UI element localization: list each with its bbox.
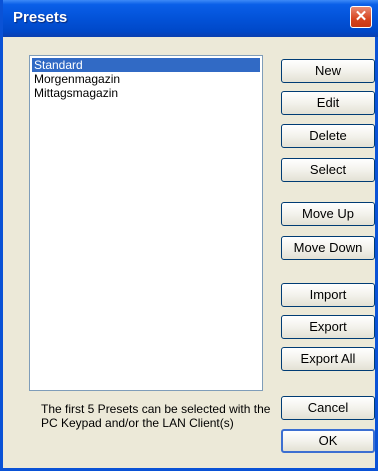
new-button[interactable]: New — [281, 59, 375, 83]
cancel-button[interactable]: Cancel — [281, 396, 375, 420]
list-item[interactable]: Morgenmagazin — [32, 72, 260, 86]
delete-button[interactable]: Delete — [281, 124, 375, 148]
export-all-button[interactable]: Export All — [281, 347, 375, 371]
presets-list[interactable]: Standard Morgenmagazin Mittagsmagazin — [29, 55, 263, 391]
import-button[interactable]: Import — [281, 283, 375, 307]
edit-button[interactable]: Edit — [281, 91, 375, 115]
presets-dialog: Presets ✕ Standard Morgenmagazin Mittags… — [0, 0, 378, 471]
move-up-button[interactable]: Move Up — [281, 202, 375, 226]
close-icon: ✕ — [354, 8, 368, 25]
ok-button[interactable]: OK — [281, 429, 375, 453]
window-title: Presets — [13, 9, 68, 26]
list-item[interactable]: Mittagsmagazin — [32, 86, 260, 100]
list-item[interactable]: Standard — [32, 58, 260, 72]
export-button[interactable]: Export — [281, 315, 375, 339]
select-button[interactable]: Select — [281, 158, 375, 182]
move-down-button[interactable]: Move Down — [281, 236, 375, 260]
info-text: The first 5 Presets can be selected with… — [41, 402, 271, 430]
close-button[interactable]: ✕ — [350, 6, 372, 28]
title-bar[interactable]: Presets ✕ — [3, 0, 378, 37]
